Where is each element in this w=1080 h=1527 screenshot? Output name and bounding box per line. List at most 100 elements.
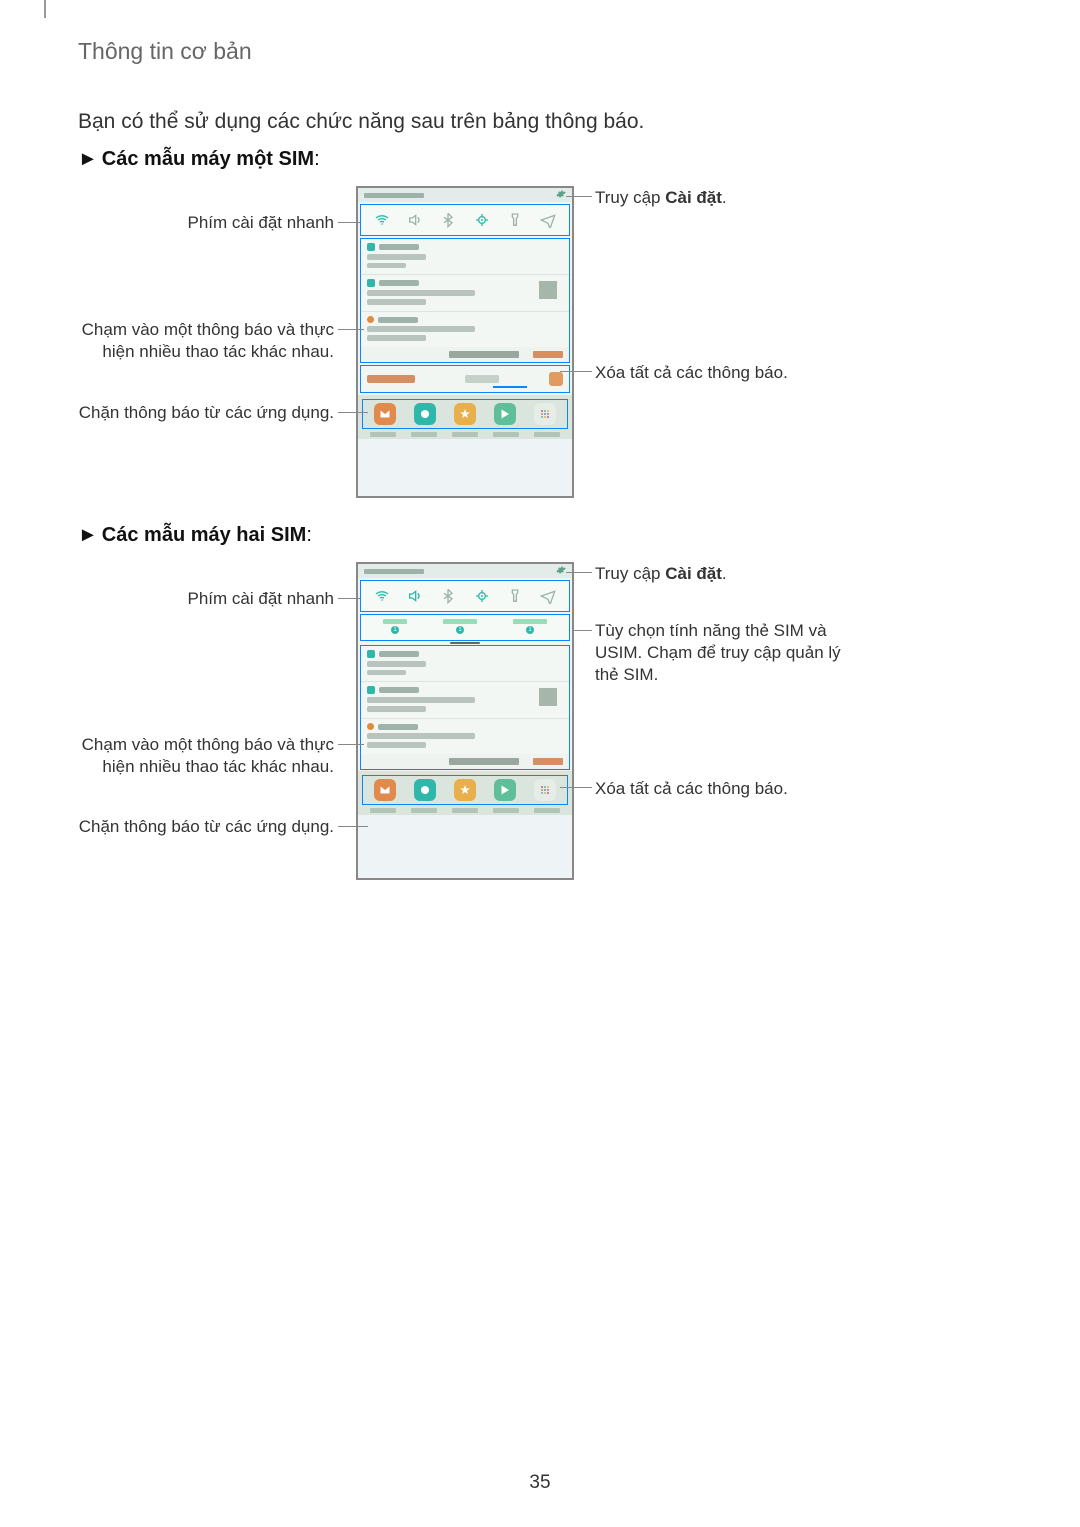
callout-quick-settings: Phím cài đặt nhanh [74, 212, 334, 234]
dock-label [411, 432, 437, 437]
bluetooth-icon [439, 211, 457, 229]
page-number: 35 [0, 1472, 1080, 1494]
app-badge-icon [367, 316, 374, 323]
subheading-dual-sim: ►Các mẫu máy hai SIM: [78, 524, 312, 547]
callout-block-apps: Chặn thông báo từ các ứng dụng. [74, 402, 334, 424]
sim-label-blur [513, 619, 547, 624]
notif-line [367, 697, 475, 703]
flashlight-icon [506, 587, 524, 605]
sim-active-icon: 1 [526, 626, 534, 634]
quick-connect-row [360, 365, 570, 393]
callout-settings-post: . [722, 564, 727, 583]
star-icon [454, 403, 476, 425]
dock-labels [362, 432, 568, 437]
intro-text: Bạn có thể sử dụng các chức năng sau trê… [78, 110, 644, 134]
callout-tap-notification: Chạm vào một thông báo và thực hiện nhiề… [74, 734, 334, 778]
leader-line [338, 222, 360, 223]
gear-icon [556, 565, 566, 577]
thumbnail-icon [539, 281, 557, 299]
sim-slot: 1 [383, 619, 407, 634]
location-icon [473, 587, 491, 605]
notification-item [361, 646, 569, 682]
dock-area [358, 395, 572, 439]
status-bar [358, 188, 572, 202]
callout-settings-bold: Cài đặt [665, 564, 722, 583]
email-icon [374, 779, 396, 801]
star-icon [454, 779, 476, 801]
dock-label [370, 432, 396, 437]
apps-icon [534, 779, 556, 801]
callout-settings-bold: Cài đặt [665, 188, 722, 207]
internet-icon [414, 403, 436, 425]
notification-area [360, 238, 570, 363]
notification-actions-row [361, 347, 569, 362]
sim-label-blur [383, 619, 407, 624]
arrow-icon: ► [78, 524, 98, 546]
notif-line [367, 661, 426, 667]
notification-item [361, 275, 569, 312]
quick-settings-row [360, 580, 570, 612]
leader-line [566, 572, 592, 573]
phone-mock-dual-sim: 1 1 1 [356, 562, 574, 880]
subheading-dual-sim-text: Các mẫu máy hai SIM [102, 524, 307, 546]
arrow-icon: ► [78, 148, 98, 170]
subheading-single-sim-suffix: : [314, 148, 320, 170]
notif-title-blur [379, 651, 419, 657]
dock-label [493, 432, 519, 437]
callout-settings: Truy cập Cài đặt. [595, 187, 895, 209]
notif-line [367, 263, 406, 268]
dock-row [362, 775, 568, 805]
subheading-single-sim: ►Các mẫu máy một SIM: [78, 148, 320, 171]
apps-icon [534, 403, 556, 425]
notif-line [367, 326, 475, 332]
clear-label [533, 758, 563, 765]
notif-line [367, 299, 426, 305]
quick-settings-row [360, 204, 570, 236]
flashlight-icon [506, 211, 524, 229]
subheading-single-sim-text: Các mẫu máy một SIM [102, 148, 314, 170]
dock-row [362, 399, 568, 429]
play-store-icon [494, 403, 516, 425]
callout-clear-all: Xóa tất cả các thông báo. [595, 778, 895, 800]
sim-label-blur [443, 619, 477, 624]
visibility-icon [549, 372, 563, 386]
block-notifications-label [449, 758, 519, 765]
notif-title-blur [378, 317, 418, 323]
sim-active-icon: 1 [456, 626, 464, 634]
subheading-dual-sim-suffix: : [306, 524, 312, 546]
callout-settings-post: . [722, 188, 727, 207]
callout-block-apps: Chặn thông báo từ các ứng dụng. [74, 816, 334, 838]
callout-tap-notification: Chạm vào một thông báo và thực hiện nhiề… [74, 319, 334, 363]
notification-item [361, 682, 569, 719]
status-time [364, 569, 424, 574]
callout-clear-all: Xóa tất cả các thông báo. [595, 362, 895, 384]
callout-settings-pre: Truy cập [595, 188, 665, 207]
notif-title-blur [379, 280, 419, 286]
block-notifications-label [449, 351, 519, 358]
leader-line [572, 630, 592, 631]
bluetooth-icon [439, 587, 457, 605]
leader-line [338, 744, 364, 745]
dock-area [358, 771, 572, 815]
clear-label [533, 351, 563, 358]
dock-label [452, 432, 478, 437]
callout-settings: Truy cập Cài đặt. [595, 563, 895, 585]
notif-title-blur [379, 244, 419, 250]
wifi-icon [373, 211, 391, 229]
internet-icon [414, 779, 436, 801]
leader-line [560, 787, 592, 788]
sim-slot: 1 [513, 619, 547, 634]
sim-options-row: 1 1 1 [360, 614, 570, 641]
status-time [364, 193, 424, 198]
airplane-icon [539, 587, 557, 605]
leader-line [566, 196, 592, 197]
qc-underline [493, 386, 527, 388]
notif-line [367, 254, 426, 260]
notification-item [361, 239, 569, 275]
callout-quick-settings: Phím cài đặt nhanh [74, 588, 334, 610]
leader-line [560, 371, 592, 372]
notif-line [367, 706, 426, 712]
dock-labels [362, 808, 568, 813]
app-badge-icon [367, 243, 375, 251]
leader-line [338, 412, 368, 413]
